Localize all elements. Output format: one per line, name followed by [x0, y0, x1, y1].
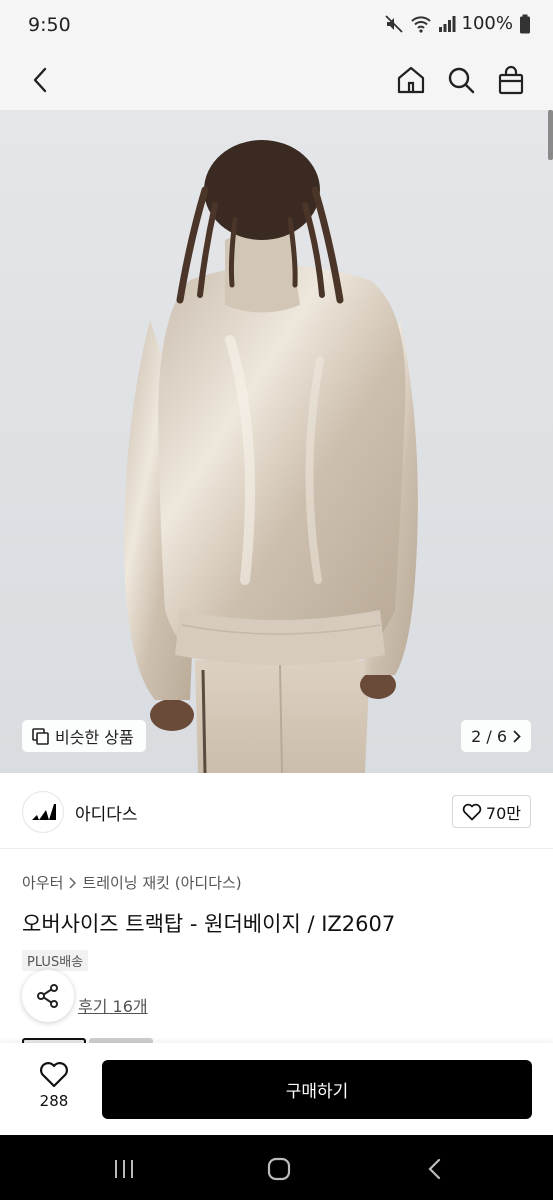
home-nav-button[interactable]: [264, 1155, 294, 1183]
heart-icon: [462, 803, 482, 820]
back-icon: [33, 67, 47, 93]
back-button[interactable]: [22, 62, 58, 98]
image-counter-text: 2 / 6: [471, 726, 507, 746]
header-actions: [393, 60, 529, 100]
mute-icon: [384, 14, 404, 34]
back-nav-button[interactable]: [419, 1155, 449, 1183]
share-icon: [37, 984, 58, 1008]
buy-button[interactable]: 구매하기: [102, 1060, 532, 1119]
home-circle-icon: [267, 1157, 291, 1181]
signal-icon: [438, 15, 456, 33]
scrollbar-thumb[interactable]: [548, 110, 553, 160]
image-counter[interactable]: 2 / 6: [461, 720, 531, 752]
heart-icon: [40, 1062, 68, 1088]
search-icon: [448, 67, 475, 94]
status-time: 9:50: [28, 14, 71, 36]
wifi-icon: [410, 14, 432, 34]
similar-products-label: 비슷한 상품: [55, 728, 134, 747]
brand-name[interactable]: 아디다스: [75, 800, 138, 825]
product-photo: [124, 140, 418, 773]
brand-like-count: 70만: [485, 803, 521, 823]
breadcrumb-item-outer[interactable]: 아우터: [22, 872, 63, 893]
status-icons: 100%: [384, 13, 531, 34]
breadcrumb-item-category[interactable]: 트레이닝 재킷 (아디다스): [82, 872, 241, 893]
chevron-right-icon: [69, 876, 77, 889]
brand-row: 아디다스 70만: [0, 773, 553, 849]
recent-apps-button[interactable]: [109, 1155, 139, 1183]
product-image[interactable]: 비슷한 상품 2 / 6: [0, 110, 553, 773]
system-nav-bar: [0, 1135, 553, 1200]
back-arrow-icon: [428, 1158, 441, 1180]
recent-apps-icon: [115, 1160, 133, 1178]
wishlist-count: 288: [39, 1092, 69, 1110]
adidas-logo-icon: [32, 804, 56, 820]
brand-like-button[interactable]: 70만: [451, 795, 531, 828]
share-button[interactable]: [22, 970, 74, 1022]
similar-icon: [32, 727, 49, 745]
review-link[interactable]: 후기 16개: [78, 993, 148, 1017]
app-header: [0, 50, 553, 110]
cart-button[interactable]: [493, 60, 529, 100]
search-button[interactable]: [443, 60, 479, 100]
battery-icon: [519, 14, 531, 34]
chevron-right-icon: [513, 730, 521, 742]
breadcrumb: 아우터 트레이닝 재킷 (아디다스): [22, 872, 242, 893]
battery-text: 100%: [461, 13, 513, 34]
product-title: 오버사이즈 트랙탑 - 원더베이지 / IZ2607: [22, 912, 396, 936]
bottom-action-bar: 288 구매하기: [0, 1043, 553, 1135]
home-button[interactable]: [393, 60, 429, 100]
shipping-badge: PLUS배송: [22, 950, 89, 971]
home-icon: [397, 66, 425, 94]
similar-products-button[interactable]: 비슷한 상품: [22, 720, 146, 752]
brand-logo[interactable]: [22, 791, 64, 833]
wishlist-button[interactable]: 288: [24, 1061, 84, 1121]
status-bar: 9:50 100%: [0, 0, 553, 50]
bag-icon: [498, 65, 524, 95]
